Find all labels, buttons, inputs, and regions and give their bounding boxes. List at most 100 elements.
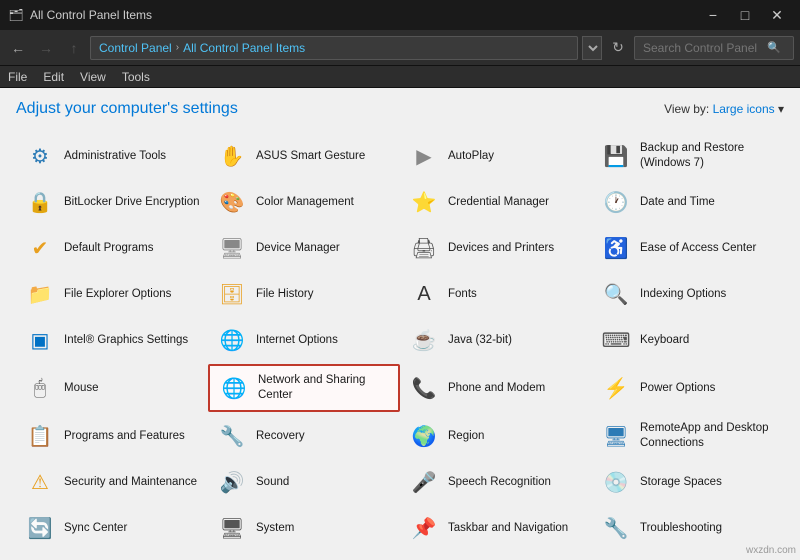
content-header: Adjust your computer's settings View by:… xyxy=(16,100,784,118)
view-by-label: View by: xyxy=(664,102,709,116)
close-button[interactable]: ✕ xyxy=(762,0,792,30)
mouse-label: Mouse xyxy=(64,381,99,396)
view-by-control[interactable]: View by: Large icons ▾ xyxy=(664,102,784,116)
devices-printers-icon: 🖨 xyxy=(408,232,440,264)
ease-of-access-icon: ♿ xyxy=(600,232,632,264)
credential-manager-icon: ⭐ xyxy=(408,186,440,218)
file-explorer-icon: 📁 xyxy=(24,278,56,310)
cp-item-java[interactable]: ☕Java (32-bit) xyxy=(400,318,592,362)
fonts-icon: A xyxy=(408,278,440,310)
address-dropdown[interactable] xyxy=(582,36,602,60)
date-time-icon: 🕐 xyxy=(600,186,632,218)
cp-item-remote-app[interactable]: 🖥RemoteApp and Desktop Connections xyxy=(592,414,784,458)
cp-item-security-maintenance[interactable]: ⚠Security and Maintenance xyxy=(16,460,208,504)
cp-item-user-accounts[interactable]: 👤User Accounts xyxy=(16,552,208,560)
cp-item-keyboard[interactable]: ⌨ Keyboard xyxy=(592,318,784,362)
phone-modem-label: Phone and Modem xyxy=(448,381,545,396)
cp-item-internet-options[interactable]: 🌐Internet Options xyxy=(208,318,400,362)
region-icon: 🌍 xyxy=(408,420,440,452)
cp-item-credential-manager[interactable]: ⭐ Credential Manager xyxy=(400,180,592,224)
items-grid: ⚙Administrative Tools✋ASUS Smart Gesture… xyxy=(16,134,784,560)
cp-item-sound[interactable]: 🔊Sound xyxy=(208,460,400,504)
refresh-button[interactable]: ↻ xyxy=(606,36,630,60)
back-button[interactable]: ← xyxy=(6,36,30,60)
remote-app-icon: 🖥 xyxy=(600,420,632,452)
menu-bar: File Edit View Tools xyxy=(0,66,800,88)
backup-restore-icon: 💾 xyxy=(600,140,632,172)
cp-item-autoplay[interactable]: ▶AutoPlay xyxy=(400,134,592,178)
backup-restore-label: Backup and Restore (Windows 7) xyxy=(640,141,776,171)
cp-item-region[interactable]: 🌍 Region xyxy=(400,414,592,458)
cp-item-fonts[interactable]: A Fonts xyxy=(400,272,592,316)
cp-item-default-programs[interactable]: ✔Default Programs xyxy=(16,226,208,270)
sync-center-label: Sync Center xyxy=(64,521,127,536)
cp-item-ease-of-access[interactable]: ♿ Ease of Access Center xyxy=(592,226,784,270)
minimize-button[interactable]: − xyxy=(698,0,728,30)
cp-item-mouse[interactable]: 🖱Mouse xyxy=(16,364,208,412)
main-content: Adjust your computer's settings View by:… xyxy=(0,88,800,560)
device-manager-label: Device Manager xyxy=(256,241,340,256)
keyboard-icon: ⌨ xyxy=(600,324,632,356)
cp-item-storage-spaces[interactable]: 💿Storage Spaces xyxy=(592,460,784,504)
sound-icon: 🔊 xyxy=(216,466,248,498)
menu-file[interactable]: File xyxy=(8,70,27,84)
internet-options-icon: 🌐 xyxy=(216,324,248,356)
cp-item-sync-center[interactable]: 🔄 Sync Center xyxy=(16,506,208,550)
cp-item-bitlocker[interactable]: 🔒BitLocker Drive Encryption xyxy=(16,180,208,224)
ease-of-access-label: Ease of Access Center xyxy=(640,241,756,256)
cp-item-system[interactable]: 🖥System xyxy=(208,506,400,550)
page-title: Adjust your computer's settings xyxy=(16,100,238,118)
search-input[interactable] xyxy=(643,41,763,55)
forward-button[interactable]: → xyxy=(34,36,58,60)
power-options-label: Power Options xyxy=(640,381,715,396)
menu-tools[interactable]: Tools xyxy=(122,70,150,84)
bitlocker-label: BitLocker Drive Encryption xyxy=(64,195,200,210)
java-label: Java (32-bit) xyxy=(448,333,512,348)
cp-item-recovery[interactable]: 🔧Recovery xyxy=(208,414,400,458)
sync-center-icon: 🔄 xyxy=(24,512,56,544)
view-by-value[interactable]: Large icons xyxy=(713,102,775,116)
autoplay-label: AutoPlay xyxy=(448,149,494,164)
cp-item-windows-defender[interactable]: 🛡Windows Defender Firewall xyxy=(208,552,400,560)
address-box[interactable]: Control Panel › All Control Panel Items xyxy=(90,36,578,60)
keyboard-label: Keyboard xyxy=(640,333,689,348)
cp-item-speech-recognition[interactable]: 🎤Speech Recognition xyxy=(400,460,592,504)
breadcrumb: Control Panel › All Control Panel Items xyxy=(99,41,305,55)
cp-item-taskbar-navigation[interactable]: 📌Taskbar and Navigation xyxy=(400,506,592,550)
cp-item-phone-modem[interactable]: 📞Phone and Modem xyxy=(400,364,592,412)
cp-item-intel-graphics[interactable]: ▣Intel® Graphics Settings xyxy=(16,318,208,362)
cp-item-administrative-tools[interactable]: ⚙Administrative Tools xyxy=(16,134,208,178)
cp-item-troubleshooting[interactable]: 🔧Troubleshooting xyxy=(592,506,784,550)
cp-item-programs-features[interactable]: 📋Programs and Features xyxy=(16,414,208,458)
cp-item-power-options[interactable]: ⚡Power Options xyxy=(592,364,784,412)
devices-printers-label: Devices and Printers xyxy=(448,241,554,256)
credential-manager-label: Credential Manager xyxy=(448,195,549,210)
cp-item-color-management[interactable]: 🎨Color Management xyxy=(208,180,400,224)
window-controls: − □ ✕ xyxy=(698,0,792,30)
cp-item-date-time[interactable]: 🕐Date and Time xyxy=(592,180,784,224)
cp-item-network-sharing[interactable]: 🌐Network and Sharing Center xyxy=(208,364,400,412)
cp-item-backup-restore[interactable]: 💾 Backup and Restore (Windows 7) xyxy=(592,134,784,178)
cp-item-devices-printers[interactable]: 🖨 Devices and Printers xyxy=(400,226,592,270)
cp-item-indexing-options[interactable]: 🔍Indexing Options xyxy=(592,272,784,316)
security-maintenance-label: Security and Maintenance xyxy=(64,475,197,490)
fonts-label: Fonts xyxy=(448,287,477,302)
up-button[interactable]: ↑ xyxy=(62,36,86,60)
cp-item-windows-mobility[interactable]: 💻Windows Mobility Center xyxy=(400,552,592,560)
view-by-arrow: ▾ xyxy=(778,102,784,116)
menu-view[interactable]: View xyxy=(80,70,106,84)
network-sharing-label: Network and Sharing Center xyxy=(258,373,390,403)
maximize-button[interactable]: □ xyxy=(730,0,760,30)
region-label: Region xyxy=(448,429,484,444)
breadcrumb-control-panel: Control Panel xyxy=(99,41,172,55)
cp-item-device-manager[interactable]: 🖥Device Manager xyxy=(208,226,400,270)
storage-spaces-icon: 💿 xyxy=(600,466,632,498)
cp-item-file-history[interactable]: 🗄File History xyxy=(208,272,400,316)
default-programs-icon: ✔ xyxy=(24,232,56,264)
search-box[interactable]: 🔍 xyxy=(634,36,794,60)
recovery-icon: 🔧 xyxy=(216,420,248,452)
cp-item-file-explorer[interactable]: 📁File Explorer Options xyxy=(16,272,208,316)
cp-item-asus-smart-gesture[interactable]: ✋ASUS Smart Gesture xyxy=(208,134,400,178)
menu-edit[interactable]: Edit xyxy=(43,70,64,84)
file-history-label: File History xyxy=(256,287,314,302)
